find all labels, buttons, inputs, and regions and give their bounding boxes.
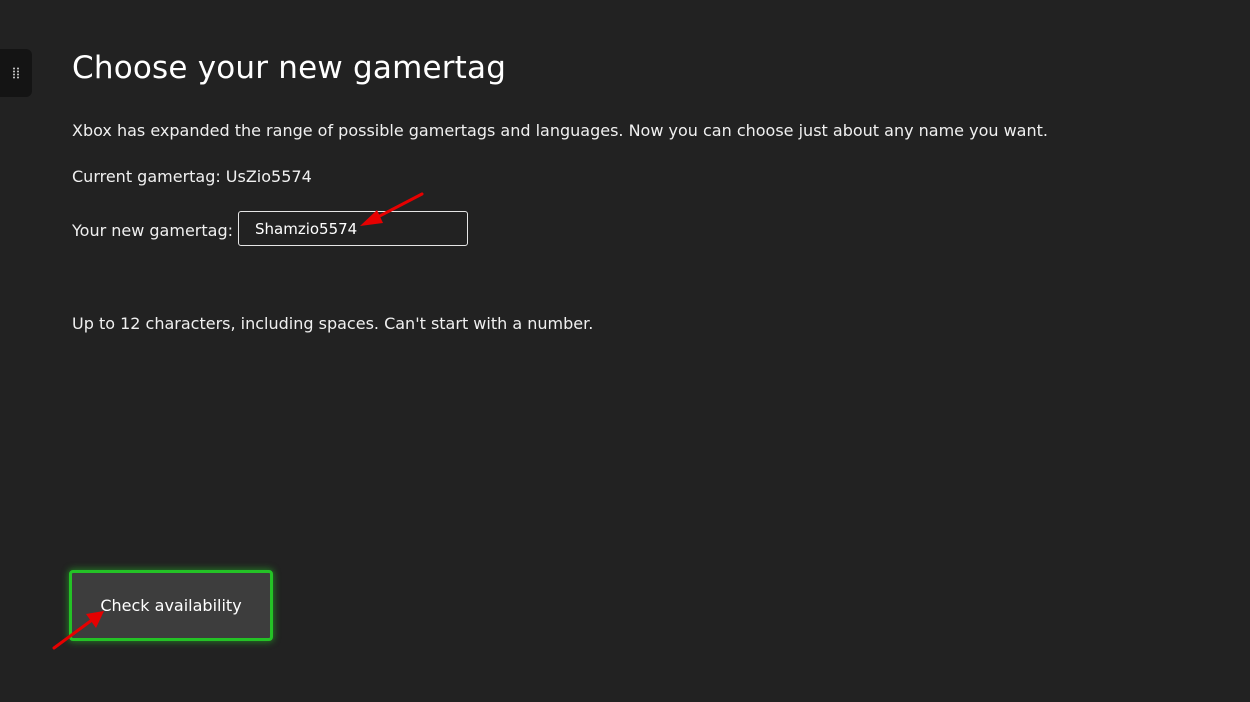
description-text: Xbox has expanded the range of possible … <box>72 121 1048 140</box>
side-panel-handle[interactable] <box>0 49 32 97</box>
check-availability-button[interactable]: Check availability <box>69 570 273 641</box>
new-gamertag-label: Your new gamertag: <box>72 221 233 240</box>
gamertag-rules-hint: Up to 12 characters, including spaces. C… <box>72 314 594 333</box>
current-gamertag-value: UsZio5574 <box>225 167 312 186</box>
grip-dots-icon <box>13 67 19 79</box>
current-gamertag-row: Current gamertag: UsZio5574 <box>72 166 312 188</box>
current-gamertag-label: Current gamertag: <box>72 167 221 186</box>
new-gamertag-input[interactable] <box>238 211 468 246</box>
page-title: Choose your new gamertag <box>72 50 507 86</box>
